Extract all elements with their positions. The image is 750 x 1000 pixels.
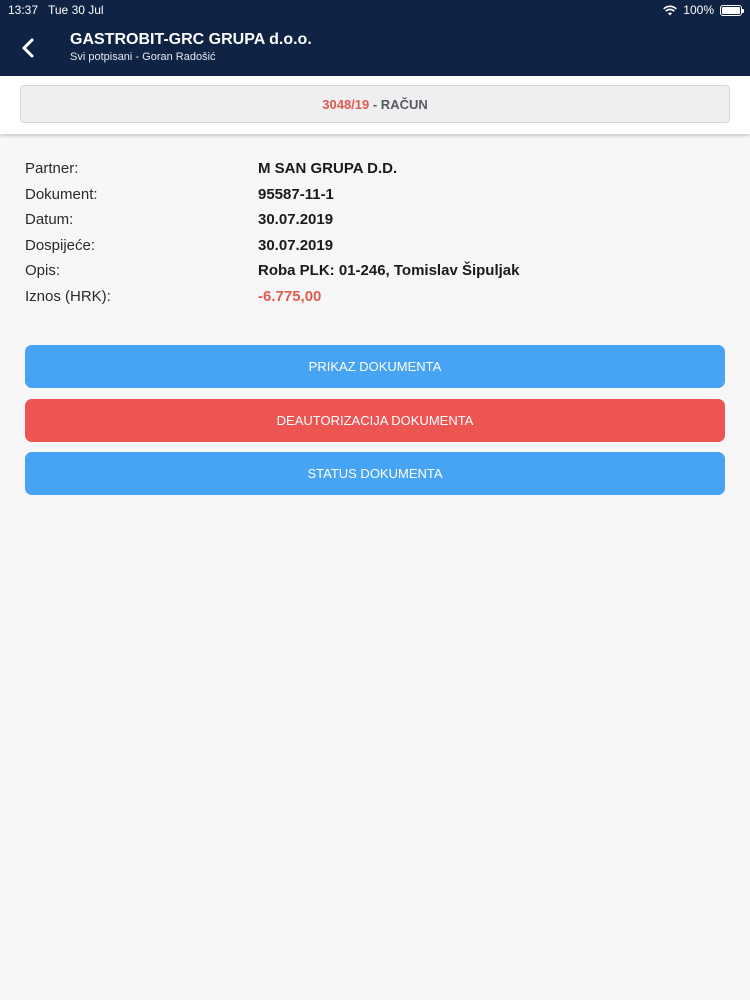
battery-icon <box>720 4 744 16</box>
dospijece-value: 30.07.2019 <box>258 236 334 254</box>
status-time: 13:37 <box>8 3 39 17</box>
wifi-icon <box>663 5 678 15</box>
detail-row-iznos: Iznos (HRK): -6.775,00 <box>25 284 725 310</box>
document-bar-container: 3048/19 - RAČUN <box>0 76 750 134</box>
prikaz-dokumenta-button[interactable]: PRIKAZ DOKUMENTA <box>25 345 725 388</box>
status-date: Tue 30 Jul <box>48 3 104 17</box>
detail-row-partner: Partner: M SAN GRUPA D.D. <box>25 156 725 182</box>
document-bar: 3048/19 - RAČUN <box>20 85 730 123</box>
detail-row-dospijece: Dospijeće: 30.07.2019 <box>25 233 725 259</box>
partner-label: Partner: <box>25 160 79 178</box>
page-title: GASTROBIT-GRC GRUPA d.o.o. <box>70 31 312 48</box>
opis-value: Roba PLK: 01-246, Tomislav Šipuljak <box>258 262 520 280</box>
dokument-value: 95587-11-1 <box>258 185 334 203</box>
battery-percent: 100% <box>683 3 714 17</box>
deautorizacija-dokumenta-button[interactable]: DEAUTORIZACIJA DOKUMENTA <box>25 399 725 442</box>
app-header: 13:37 Tue 30 Jul 100% GASTROBIT-GRC GRUP… <box>0 0 750 76</box>
detail-row-dokument: Dokument: 95587-11-1 <box>25 182 725 208</box>
iznos-label: Iznos (HRK): <box>25 287 111 305</box>
page-subtitle: Svi potpisani - Goran Radošić <box>70 51 216 63</box>
opis-label: Opis: <box>25 262 61 280</box>
datum-value: 30.07.2019 <box>258 211 334 229</box>
back-button[interactable] <box>14 34 42 62</box>
detail-row-opis: Opis: Roba PLK: 01-246, Tomislav Šipulja… <box>25 258 725 284</box>
document-type: - RAČUN <box>369 96 428 112</box>
status-bar: 13:37 Tue 30 Jul 100% <box>0 0 750 20</box>
document-details: Partner: M SAN GRUPA D.D. Dokument: 9558… <box>25 156 725 309</box>
dokument-label: Dokument: <box>25 185 98 203</box>
dospijece-label: Dospijeće: <box>25 236 96 254</box>
partner-value: M SAN GRUPA D.D. <box>258 160 398 178</box>
chevron-left-icon <box>22 38 34 58</box>
status-indicators: 100% <box>663 3 744 17</box>
detail-row-datum: Datum: 30.07.2019 <box>25 207 725 233</box>
status-dokumenta-button[interactable]: STATUS DOKUMENTA <box>25 452 725 495</box>
datum-label: Datum: <box>25 211 74 229</box>
document-number: 3048/19 <box>322 96 370 112</box>
iznos-value: -6.775,00 <box>258 287 322 305</box>
